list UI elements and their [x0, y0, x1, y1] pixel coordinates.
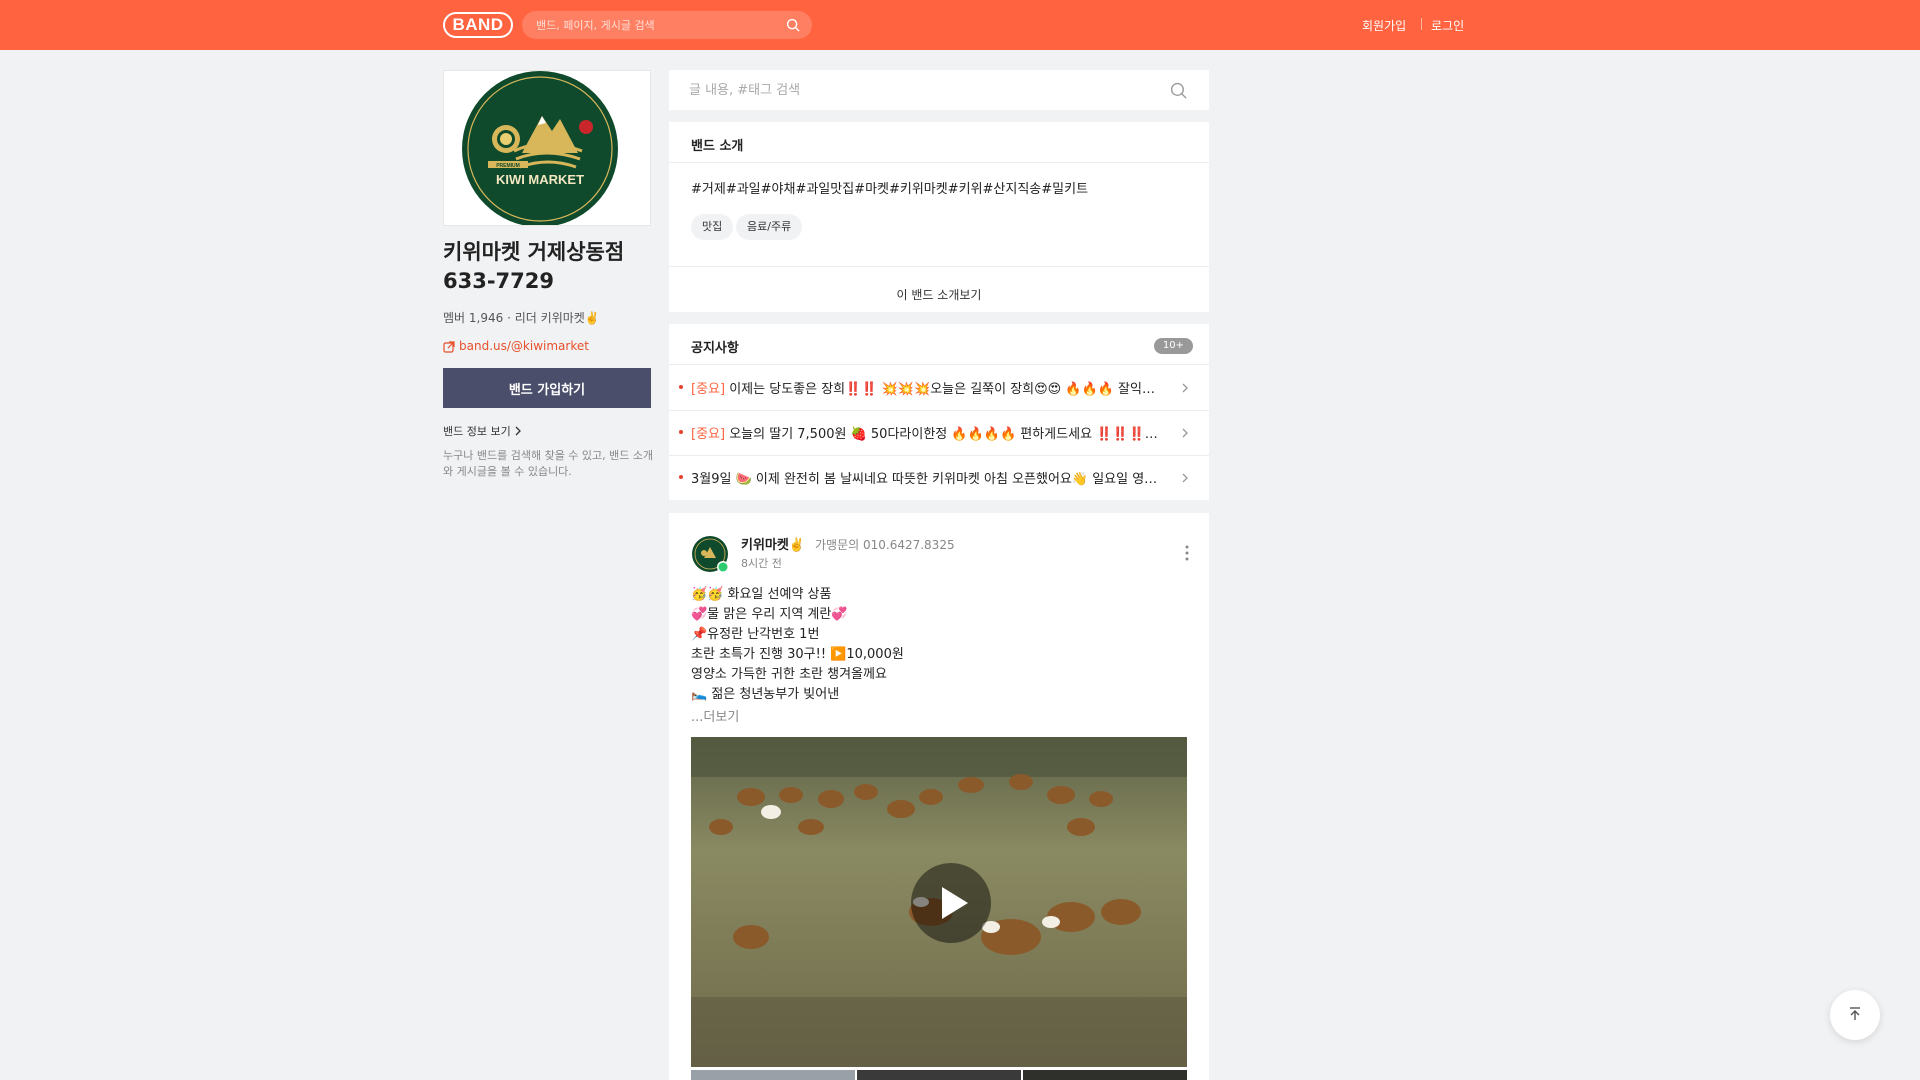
post-line: 🛌 젊은 청년농부가 빚어낸 — [691, 687, 840, 702]
post-line: 초란 초특가 진행 30구!! ▶️10,000원 — [691, 647, 904, 662]
top-navigation-bar: BAND 회원가입 로그인 — [0, 0, 1920, 50]
member-count: 1,946 — [468, 311, 504, 325]
divider — [669, 266, 1209, 267]
category-chip[interactable]: 맛집 — [691, 214, 734, 240]
post-line: 📌유정란 난각번호 1번 — [691, 627, 820, 642]
search-icon[interactable] — [1170, 82, 1187, 99]
join-band-button[interactable]: 밴드 가입하기 — [443, 368, 651, 408]
notice-item[interactable]: [중요] 오늘의 딸기 7,500원 🍓 50다라이한정 🔥🔥🔥🔥 편하게드세요… — [669, 410, 1209, 455]
logo-brand-text: KIWI MARKET — [496, 172, 584, 187]
chevron-right-icon — [1182, 473, 1188, 483]
external-link-icon — [443, 341, 455, 353]
post-video[interactable] — [691, 737, 1187, 1067]
notice-text: 이제는 당도좋은 장희‼️‼️ 💥💥💥오늘은 길쭉이 장희😍😍 🔥🔥🔥 잘익은 … — [729, 382, 1161, 397]
post-line: 🥳🥳 화요일 선예약 상품 — [691, 587, 832, 602]
notice-text: 3월9일 🍉 이제 완전히 봄 날씨네요 따뜻한 키위마켓 아침 오픈했어요👋 … — [691, 472, 1161, 487]
author-avatar[interactable] — [691, 535, 729, 573]
post-timestamp: 8시간 전 — [741, 557, 782, 570]
search-icon[interactable] — [786, 18, 800, 32]
content-search-card — [669, 70, 1209, 110]
header-divider — [1421, 18, 1422, 30]
media-thumbnail-strip — [691, 1070, 1187, 1080]
bullet-dot — [679, 475, 683, 479]
notice-card: 공지사항 10+ [중요] 이제는 당도좋은 장희‼️‼️ 💥💥💥오늘은 길쭉이… — [669, 324, 1209, 500]
band-title: 키위마켓 거제상동점 633-7729 — [443, 240, 625, 293]
global-search-box[interactable] — [522, 11, 812, 39]
notice-title: 공지사항 — [691, 341, 739, 356]
chevron-right-icon — [1182, 383, 1188, 393]
media-thumbnail[interactable] — [691, 1070, 855, 1080]
play-button[interactable] — [911, 863, 991, 943]
arrow-up-to-top-icon — [1850, 1006, 1860, 1020]
content-search-input[interactable] — [689, 70, 1149, 110]
read-more-link[interactable]: ...더보기 — [691, 706, 739, 725]
global-search-input[interactable] — [536, 11, 776, 39]
scroll-to-top-button[interactable] — [1830, 990, 1880, 1040]
bullet-dot — [679, 430, 683, 434]
member-label: 멤버 — [443, 311, 466, 325]
chevron-right-icon — [515, 426, 522, 436]
important-tag: [중요] — [691, 382, 726, 397]
intro-hashtags: #거제#과일#야채#과일맛집#마켓#키위마켓#키위#산지직송#밀키트 — [691, 182, 1089, 197]
logo-premium-text: PREMIUM — [496, 163, 520, 169]
login-link[interactable]: 로그인 — [1431, 17, 1464, 34]
divider — [669, 162, 1209, 163]
post-author-name[interactable]: 키위마켓✌️ — [741, 534, 805, 553]
view-band-intro-button[interactable]: 이 밴드 소개보기 — [669, 278, 1209, 312]
post-card: 키위마켓✌️ 가맹문의 010.6427.8325 8시간 전 🥳🥳 화요일 선… — [669, 513, 1209, 1080]
notice-item[interactable]: 3월9일 🍉 이제 완전히 봄 날씨네요 따뜻한 키위마켓 아침 오픈했어요👋 … — [669, 455, 1209, 500]
notice-count-badge: 10+ — [1153, 338, 1193, 354]
leader-name[interactable]: 키위마켓✌️ — [541, 311, 600, 325]
post-author-subtitle: 가맹문의 010.6427.8325 — [815, 538, 955, 552]
important-tag: [중요] — [691, 427, 726, 442]
more-vertical-icon[interactable] — [1185, 545, 1189, 561]
category-chip[interactable]: 음료/주류 — [736, 214, 803, 240]
post-line: 영양소 가득한 귀한 초란 챙겨올께요 — [691, 667, 887, 682]
band-logo[interactable]: BAND — [443, 12, 513, 38]
band-info-label[interactable]: 밴드 정보 보기 — [443, 425, 511, 438]
leader-label: · 리더 — [507, 311, 537, 325]
signup-link[interactable]: 회원가입 — [1362, 17, 1406, 34]
media-thumbnail[interactable] — [857, 1070, 1021, 1080]
band-intro-card: 밴드 소개 #거제#과일#야채#과일맛집#마켓#키위마켓#키위#산지직송#밀키트… — [669, 122, 1209, 312]
notice-item[interactable]: [중요] 이제는 당도좋은 장희‼️‼️ 💥💥💥오늘은 길쭉이 장희😍😍 🔥🔥🔥… — [669, 365, 1209, 410]
bullet-dot — [679, 385, 683, 389]
band-info-link[interactable]: 밴드 정보 보기 — [443, 423, 522, 439]
band-url-text[interactable]: band.us/@kiwimarket — [459, 339, 589, 353]
band-visibility-description: 누구나 밴드를 검색해 찾을 수 있고, 밴드 소개와 게시글을 볼 수 있습니… — [443, 449, 654, 478]
kiwi-market-logo: PREMIUM KIWI MARKET — [444, 71, 650, 227]
notice-text: 오늘의 딸기 7,500원 🍓 50다라이한정 🔥🔥🔥🔥 편하게드세요 ‼️‼️… — [729, 427, 1161, 442]
band-url-link[interactable]: band.us/@kiwimarket — [443, 339, 589, 353]
band-member-info: 멤버 1,946 · 리더 키위마켓✌️ — [443, 309, 600, 326]
play-icon — [942, 887, 968, 919]
post-line: 💞물 맑은 우리 지역 계란💞 — [691, 607, 848, 622]
chevron-right-icon — [1182, 428, 1188, 438]
intro-title: 밴드 소개 — [691, 139, 744, 154]
post-body: 🥳🥳 화요일 선예약 상품 💞물 맑은 우리 지역 계란💞 📌유정란 난각번호 … — [691, 585, 1191, 705]
band-cover-image[interactable]: PREMIUM KIWI MARKET — [443, 70, 651, 227]
media-thumbnail[interactable] — [1023, 1070, 1187, 1080]
